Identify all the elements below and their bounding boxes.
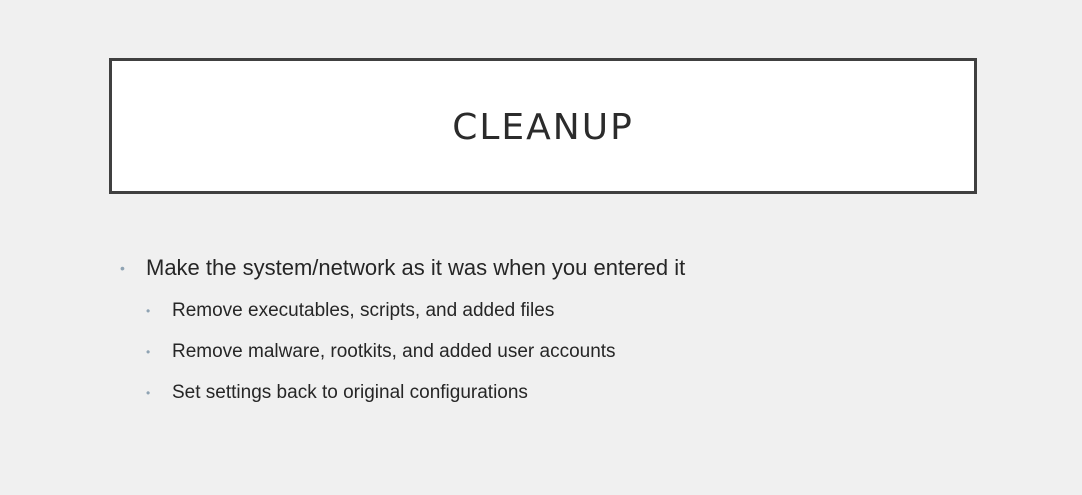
sub-bullet-text: Set settings back to original configurat… — [172, 381, 528, 403]
bullet-item-main: • Make the system/network as it was when… — [120, 252, 685, 284]
bullet-dot-icon: • — [120, 260, 125, 276]
sub-bullet-text: Remove malware, rootkits, and added user… — [172, 340, 616, 362]
sub-bullet-item: • Set settings back to original configur… — [120, 372, 685, 413]
bullet-dot-icon: • — [146, 344, 151, 359]
bullet-dot-icon: • — [146, 303, 151, 318]
title-box: CLEANUP — [109, 58, 977, 194]
sub-bullet-text: Remove executables, scripts, and added f… — [172, 299, 555, 321]
bullet-dot-icon: • — [146, 385, 151, 400]
sub-bullet-item: • Remove malware, rootkits, and added us… — [120, 331, 685, 372]
bullet-text-main: Make the system/network as it was when y… — [146, 255, 686, 280]
sub-bullet-list: • Remove executables, scripts, and added… — [120, 290, 685, 413]
sub-bullet-item: • Remove executables, scripts, and added… — [120, 290, 685, 331]
slide-title: CLEANUP — [452, 106, 634, 148]
sub-bullet-container: • Remove executables, scripts, and added… — [120, 290, 685, 413]
bullet-list: • Make the system/network as it was when… — [120, 252, 685, 413]
